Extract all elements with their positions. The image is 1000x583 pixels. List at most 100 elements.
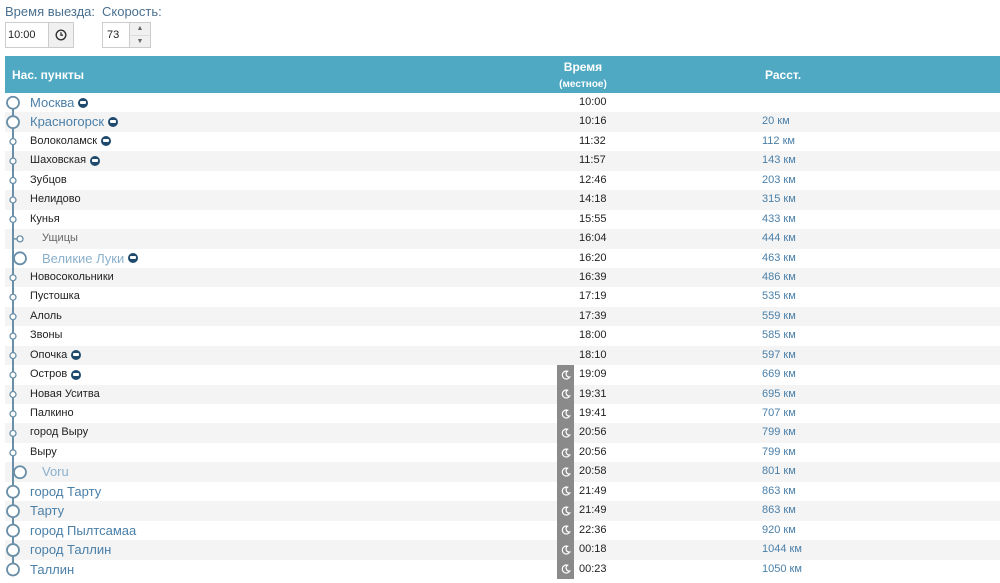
moon-icon [557,365,574,385]
arrival-time: 11:32 [579,134,606,147]
clock-icon [55,29,67,41]
speed-spinner[interactable]: ▲ ▼ [129,22,151,48]
table-row: Шаховская 11:57 143 км [5,151,1000,171]
arrival-time: 17:19 [579,290,607,303]
table-row: Новосокольники 16:39 486 км [5,267,1000,288]
arrival-time: 20:56 [579,426,607,439]
place-name-text: Ущицы [42,232,78,245]
stop-marker [9,196,17,204]
arrival-time: 10:16 [579,115,607,128]
table-row: Палкино 19:41 707 км [5,404,1000,424]
arrival-time: 19:41 [579,407,607,419]
distance: 444 км [762,232,796,245]
col-time-title: Время [563,60,603,74]
stop-marker [16,235,24,243]
distance: 1044 км [762,543,802,556]
arrival-time: 16:39 [579,270,607,283]
table-row: город Тарту 21:49 863 км [5,481,1000,502]
arrival-time: 20:58 [579,465,607,478]
moon-icon [557,404,574,424]
departure-time-input[interactable]: 10:00 [5,22,48,48]
stop-marker [9,390,17,399]
stop-marker [13,465,27,480]
place-name[interactable]: Великие Луки [42,249,139,268]
distance: 669 км [762,368,796,381]
route-line [6,95,27,577]
col-name-header: Нас. пункты [12,68,84,82]
arrival-time: 00:23 [579,562,607,575]
moon-icon [557,384,574,404]
table-row: Красногорск 10:16 20 км [5,112,1000,132]
distance: 799 км [762,426,796,439]
stop-marker [6,504,20,519]
stop-marker [9,429,17,438]
table-row: город Выру 20:56 799 км [5,423,1000,443]
stop-marker [6,95,20,110]
stop-marker [9,215,17,224]
departure-control: Время выезда: 10:00 [5,4,95,48]
table-row: Кунья 15:55 433 км [5,210,1000,229]
speed-label: Скорость: [102,4,162,19]
distance: 1050 км [762,562,802,575]
distance: 463 км [762,251,796,264]
table-row: Таллин 00:23 1050 км [5,559,1000,579]
bus-stop-icon [90,155,101,166]
table-row: Пустошка 17:19 535 км [5,287,1000,306]
table-row: Опочка 18:10 597 км [5,345,1000,366]
arrival-time: 15:55 [579,212,607,225]
distance: 707 км [762,407,796,419]
stop-marker [6,484,20,499]
arrival-time: 22:36 [579,523,607,536]
distance: 695 км [762,387,796,400]
place-name[interactable]: Ущицы [42,229,78,248]
distance: 433 км [762,212,796,225]
stop-marker [9,351,17,360]
table-row: Тарту 21:49 863 км [5,501,1000,521]
col-time-header: Время (местное) [533,59,633,93]
stop-marker [9,410,17,418]
stop-marker [6,115,20,130]
arrival-time: 21:49 [579,484,607,497]
stop-marker [9,293,17,301]
arrival-time: 10:00 [579,96,607,108]
distance: 112 км [762,134,795,147]
table-row: Новая Уситва 19:31 695 км [5,384,1000,404]
stop-marker [6,523,20,538]
arrival-time: 18:10 [579,348,607,361]
arrival-time: 19:31 [579,387,607,400]
distance: 20 км [762,115,790,128]
distance: 559 км [762,309,796,322]
arrival-time: 12:46 [579,173,607,186]
table-row: Великие Луки 16:20 463 км [5,249,1000,268]
moon-icon [557,540,574,560]
moon-icon [557,520,574,541]
clock-button[interactable] [48,22,74,48]
speed-input[interactable]: 73 [102,22,129,48]
col-time-subtitle: (местное) [559,79,607,90]
distance: 801 км [762,465,796,478]
distance: 486 км [762,270,796,283]
table-row: Алоль 17:39 559 км [5,306,1000,327]
distance: 799 км [762,445,796,458]
bus-stop-icon [71,350,82,361]
place-name[interactable]: Voru [42,462,69,481]
stop-marker [9,157,17,165]
speed-up-icon[interactable]: ▲ [130,23,150,36]
arrival-time: 11:57 [579,154,606,167]
distance: 597 км [762,348,796,361]
table-header: Нас. пункты Время (местное) Расст. [5,56,1000,93]
stop-marker [13,251,27,266]
table-row: Voru 20:58 801 км [5,462,1000,482]
stop-marker [9,137,17,146]
table-row: Ущицы 16:04 444 км [5,229,1000,249]
distance: 585 км [762,329,796,342]
place-name-text: Великие Луки [42,250,125,266]
place-name[interactable]: город Пылтсамаа [30,521,136,540]
stop-marker [9,274,17,282]
place-name-text: Voru [42,464,69,480]
bus-stop-icon [101,136,112,147]
speed-control: Скорость: 73 ▲ ▼ [102,4,162,48]
table-row: Нелидово 14:18 315 км [5,190,1000,210]
distance: 315 км [762,193,796,206]
speed-down-icon[interactable]: ▼ [130,36,150,48]
